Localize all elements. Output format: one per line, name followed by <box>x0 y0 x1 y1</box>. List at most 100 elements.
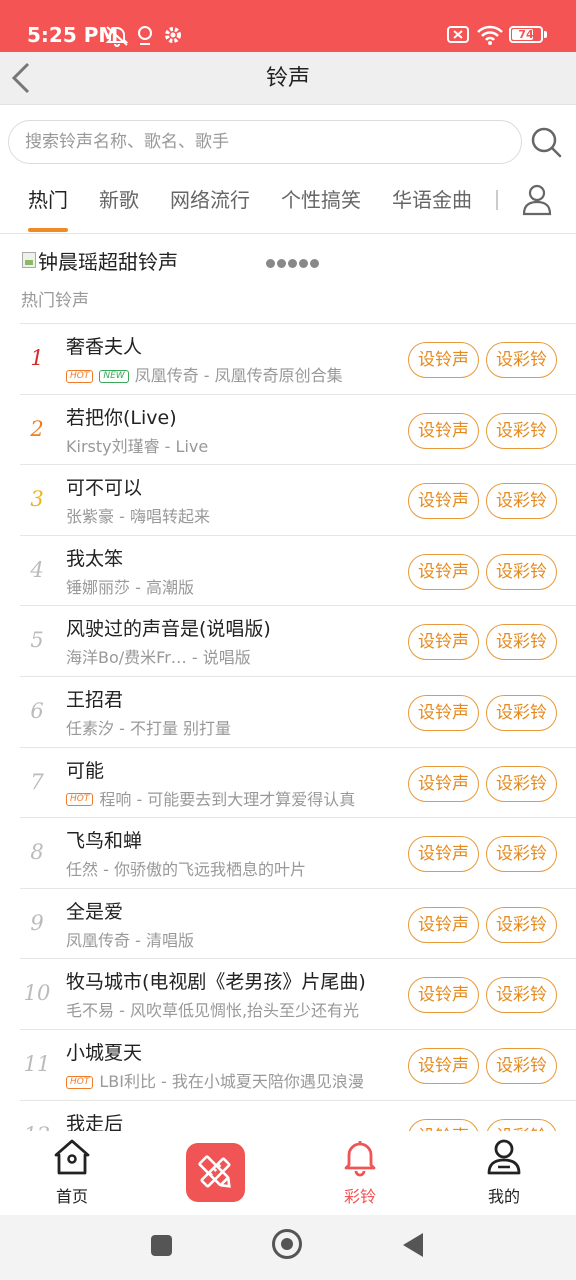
back-button[interactable] <box>6 56 42 100</box>
song-artist-album: 程响 - 可能要去到大理才算爱得认真 <box>99 789 356 809</box>
home-button[interactable] <box>272 1229 302 1259</box>
sim-off-icon <box>447 26 469 43</box>
song-rank: 2 <box>30 416 44 441</box>
wifi-icon <box>477 25 503 45</box>
set-color-ring-button[interactable]: 设彩铃 <box>486 906 557 943</box>
nav-profile[interactable]: 我的 <box>454 1131 554 1215</box>
set-color-ring-button[interactable]: 设彩铃 <box>486 1048 557 1084</box>
song-subtitle-line: HOT LBI利比 - 我在小城夏天陪你遇见浪漫 <box>66 1071 406 1093</box>
set-ringtone-button[interactable]: 设铃声 <box>408 836 479 873</box>
song-row[interactable]: 1 奢香夫人 HOT NEW 凤凰传奇 - 凤凰传奇原创合集 设铃声 设彩铃 <box>20 323 576 393</box>
song-title: 全是爱 <box>66 900 124 923</box>
nav-profile-label: 我的 <box>487 1187 520 1206</box>
banner-image[interactable]: 钟晨瑶超甜铃声 <box>22 244 178 276</box>
set-ringtone-button[interactable]: 设铃声 <box>408 412 479 449</box>
location-icon <box>138 26 152 45</box>
pagination-dot <box>277 259 286 268</box>
song-row[interactable]: 2 若把你(Live) Kirsty刘瑾睿 - Live 设铃声 设彩铃 <box>20 393 576 464</box>
song-row[interactable]: 6 王招君 任素汐 - 不打量 别打量 设铃声 设彩铃 <box>20 676 576 746</box>
user-icon <box>522 184 552 216</box>
nav-color-ring-label: 彩铃 <box>343 1187 376 1206</box>
song-title: 风驶过的声音是(说唱版) <box>66 618 271 641</box>
battery-tip <box>544 31 547 38</box>
song-subtitle-line: 张紫豪 - 嗨唱转起来 <box>66 506 406 528</box>
song-subtitle-line: 锤娜丽莎 - 高潮版 <box>66 577 406 599</box>
song-rank: 7 <box>30 769 44 794</box>
set-ringtone-button[interactable]: 设铃声 <box>408 765 479 802</box>
set-ringtone-button[interactable]: 设铃声 <box>408 1118 479 1131</box>
title-bar: 铃声 <box>0 52 576 105</box>
set-color-ring-button[interactable]: 设彩铃 <box>486 765 557 802</box>
bottom-nav: 首页 彩铃 我的 <box>0 1131 576 1215</box>
song-rank: 10 <box>23 981 51 1006</box>
set-ringtone-button[interactable]: 设铃声 <box>408 1048 479 1084</box>
song-artist-album: LBI利比 - 我在小城夏天陪你遇见浪漫 <box>99 1072 364 1091</box>
song-title: 我走后 <box>66 1112 124 1131</box>
nav-color-ring[interactable]: 彩铃 <box>310 1131 410 1215</box>
back-triangle-button[interactable] <box>403 1233 423 1257</box>
song-subtitle-line: 海洋Bo/费米Fr… - 说唱版 <box>66 647 406 669</box>
search-box <box>8 120 522 164</box>
set-color-ring-button[interactable]: 设彩铃 <box>486 624 557 661</box>
tab-hot[interactable]: 热门 <box>28 187 68 213</box>
song-title: 可不可以 <box>66 477 143 500</box>
active-tab-indicator <box>28 228 68 232</box>
song-subtitle-line: 任素汐 - 不打量 别打量 <box>66 718 406 740</box>
song-row[interactable]: 11 小城夏天 HOT LBI利比 - 我在小城夏天陪你遇见浪漫 设铃声 设彩铃 <box>20 1029 576 1099</box>
song-row[interactable]: 9 全是爱 凤凰传奇 - 清唱版 设铃声 设彩铃 <box>20 887 576 958</box>
tab-chinese-classics[interactable]: 华语金曲 <box>392 187 472 213</box>
set-color-ring-button[interactable]: 设彩铃 <box>486 553 557 590</box>
song-rank: 5 <box>30 628 44 653</box>
set-ringtone-button[interactable]: 设铃声 <box>408 695 479 731</box>
song-title: 王招君 <box>66 689 124 711</box>
set-ringtone-button[interactable]: 设铃声 <box>408 553 479 590</box>
tab-new-songs[interactable]: 新歌 <box>99 187 139 213</box>
song-title: 奢香夫人 <box>66 336 143 358</box>
song-row[interactable]: 8 飞鸟和蝉 任然 - 你骄傲的飞远我栖息的叶片 设铃声 设彩铃 <box>20 817 576 887</box>
set-color-ring-button[interactable]: 设彩铃 <box>486 483 557 520</box>
set-color-ring-button[interactable]: 设彩铃 <box>486 836 557 873</box>
edit-button[interactable] <box>186 1143 245 1202</box>
pagination-dot <box>310 259 319 268</box>
song-rank: 12 <box>20 1123 54 1131</box>
search-button[interactable] <box>528 124 564 160</box>
song-artist-album: 任然 - 你骄傲的飞远我栖息的叶片 <box>66 860 306 880</box>
song-subtitle-line: 毛不易 - 风吹草低见惆怅,抬头至少还有光 <box>66 1000 406 1022</box>
set-color-ring-button[interactable]: 设彩铃 <box>486 977 557 1014</box>
tab-network-popular[interactable]: 网络流行 <box>170 187 250 213</box>
song-rank: 4 <box>30 557 44 582</box>
hot-badge: HOT <box>66 1075 94 1089</box>
song-title: 牧马城市(电视剧《老男孩》片尾曲) <box>66 971 366 994</box>
user-button[interactable] <box>520 182 554 218</box>
song-title: 我太笨 <box>66 547 124 570</box>
song-row[interactable]: 10 牧马城市(电视剧《老男孩》片尾曲) 毛不易 - 风吹草低见惆怅,抬头至少还有光… <box>20 958 576 1028</box>
search-icon <box>531 127 562 158</box>
banner-pagination <box>266 259 321 268</box>
set-color-ring-button[interactable]: 设彩铃 <box>486 412 557 449</box>
set-color-ring-button[interactable]: 设彩铃 <box>486 342 557 378</box>
recent-apps-button[interactable] <box>151 1235 172 1256</box>
song-row[interactable]: 3 可不可以张紫豪 - 嗨唱转起来 设铃声 设彩铃 <box>20 464 576 534</box>
song-subtitle-line: HOT 程响 - 可能要去到大理才算爱得认真 <box>66 789 406 811</box>
bell-icon <box>344 1141 376 1177</box>
song-row[interactable]: 4 我太笨锤娜丽莎 - 高潮版 设铃声 设彩铃 <box>20 534 576 605</box>
hot-badge: HOT <box>66 369 94 383</box>
nav-home[interactable]: 首页 <box>22 1131 122 1215</box>
song-rank: 1 <box>30 346 44 370</box>
set-color-ring-button[interactable]: 设彩铃 <box>486 1118 557 1131</box>
set-ringtone-button[interactable]: 设铃声 <box>408 483 479 520</box>
set-ringtone-button[interactable]: 设铃声 <box>408 977 479 1014</box>
set-color-ring-button[interactable]: 设彩铃 <box>486 695 557 731</box>
set-ringtone-button[interactable]: 设铃声 <box>408 624 479 661</box>
song-title: 若把你(Live) <box>66 406 177 429</box>
set-ringtone-button[interactable]: 设铃声 <box>408 906 479 943</box>
tab-funny[interactable]: 个性搞笑 <box>281 187 361 213</box>
search-input[interactable] <box>9 121 521 163</box>
song-rank: 3 <box>30 487 44 512</box>
song-row[interactable]: 5 风驶过的声音是(说唱版) 海洋Bo/费米Fr… - 说唱版 设铃声 设彩铃 <box>20 605 576 675</box>
song-row[interactable]: 7 可能 HOT 程响 - 可能要去到大理才算爱得认真 设铃声 设彩铃 <box>20 746 576 817</box>
song-row[interactable]: 12 我走后 设铃声设彩铃 <box>20 1099 576 1131</box>
battery-text: 74 <box>518 28 534 41</box>
song-artist-album: 锤娜丽莎 - 高潮版 <box>66 577 194 597</box>
set-ringtone-button[interactable]: 设铃声 <box>408 342 479 378</box>
